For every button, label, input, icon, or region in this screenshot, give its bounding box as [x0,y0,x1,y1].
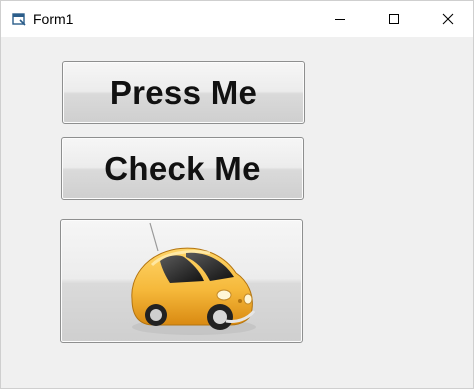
minimize-button[interactable] [313,1,367,37]
car-image-button[interactable] [60,219,303,343]
press-me-button[interactable]: Press Me [62,61,305,124]
close-icon [442,13,454,25]
press-me-label: Press Me [109,73,258,111]
title-bar[interactable]: Form1 [1,1,473,37]
close-button[interactable] [421,1,474,37]
check-me-label: Check Me [104,149,261,187]
form-window: Form1 Press Me Check Me [0,0,474,389]
form-app-icon[interactable] [11,11,27,27]
minimize-icon [335,19,345,20]
check-me-button[interactable]: Check Me [61,137,304,200]
maximize-icon [389,14,399,24]
maximize-button[interactable] [367,1,421,37]
window-title: Form1 [33,11,74,27]
form-client-area: Press Me Check Me [1,37,473,388]
yellow-car-icon [130,222,256,335]
